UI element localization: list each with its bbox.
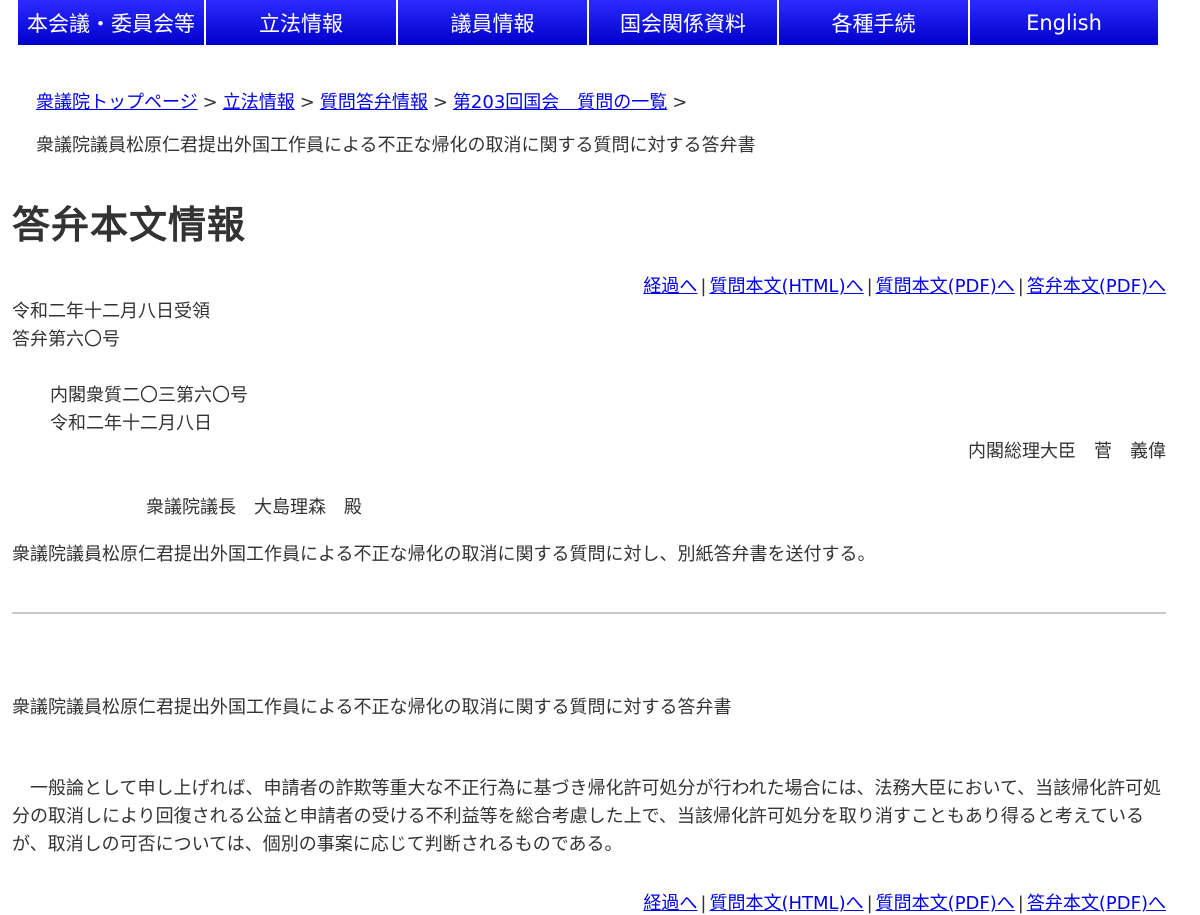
answer-number: 答弁第六〇号	[12, 329, 120, 350]
breadcrumb-separator: >	[672, 92, 688, 113]
link-question-pdf[interactable]: 質問本文(PDF)へ	[876, 893, 1015, 914]
breadcrumb-current: 衆議院議員松原仁君提出外国工作員による不正な帰化の取消に関する質問に対する答弁書	[36, 135, 756, 156]
page-title: 答弁本文情報	[12, 203, 247, 247]
breadcrumb: 衆議院トップページ > 立法情報 > 質問答弁情報 > 第203回国会 質問の一覧 >	[36, 90, 692, 116]
link-keika[interactable]: 経過へ	[643, 893, 697, 914]
divider	[12, 612, 1166, 614]
doc-links-bottom: 経過へ | 質問本文(HTML)へ | 質問本文(PDF)へ | 答弁本文(PDF)へ	[643, 889, 1166, 915]
breadcrumb-qa-info[interactable]: 質問答弁情報	[320, 92, 428, 113]
link-divider: |	[700, 276, 707, 297]
cabinet-number: 内閣衆質二〇三第六〇号	[50, 385, 248, 406]
answer-body: 一般論として申し上げれば、申請者の詐欺等重大な不正行為に基づき帰化許可処分が行わ…	[12, 778, 1162, 855]
link-answer-pdf[interactable]: 答弁本文(PDF)へ	[1027, 893, 1166, 914]
doc-links-top: 経過へ | 質問本文(HTML)へ | 質問本文(PDF)へ | 答弁本文(PDF)へ	[643, 272, 1166, 298]
sender: 内閣総理大臣 菅 義偉	[968, 441, 1166, 462]
document-date: 令和二年十二月八日	[50, 413, 212, 434]
answer-title: 衆議院議員松原仁君提出外国工作員による不正な帰化の取消に関する質問に対する答弁書	[12, 697, 732, 718]
link-question-pdf[interactable]: 質問本文(PDF)へ	[876, 276, 1015, 297]
breadcrumb-separator: >	[202, 92, 218, 113]
link-divider: |	[866, 276, 873, 297]
link-question-html[interactable]: 質問本文(HTML)へ	[709, 276, 863, 297]
nav-plenary-committee[interactable]: 本会議・委員会等	[18, 0, 206, 45]
nav-diet-materials[interactable]: 国会関係資料	[589, 0, 779, 45]
breadcrumb-separator: >	[299, 92, 315, 113]
link-question-html[interactable]: 質問本文(HTML)へ	[709, 893, 863, 914]
nav-members[interactable]: 議員情報	[398, 0, 589, 45]
link-answer-pdf[interactable]: 答弁本文(PDF)へ	[1027, 276, 1166, 297]
breadcrumb-question-list[interactable]: 第203回国会 質問の一覧	[453, 92, 667, 113]
link-keika[interactable]: 経過へ	[643, 276, 697, 297]
recipient: 衆議院議長 大島理森 殿	[146, 497, 362, 518]
breadcrumb-legislation[interactable]: 立法情報	[223, 92, 295, 113]
link-divider: |	[1017, 276, 1024, 297]
nav-english[interactable]: English	[970, 0, 1158, 45]
breadcrumb-separator: >	[432, 92, 448, 113]
link-divider: |	[1017, 893, 1024, 914]
breadcrumb-top-page[interactable]: 衆議院トップページ	[36, 92, 198, 113]
nav-procedures[interactable]: 各種手続	[779, 0, 970, 45]
global-nav: 本会議・委員会等 立法情報 議員情報 国会関係資料 各種手続 English	[18, 0, 1158, 45]
link-divider: |	[866, 893, 873, 914]
nav-legislation[interactable]: 立法情報	[206, 0, 398, 45]
link-divider: |	[700, 893, 707, 914]
cover-text: 衆議院議員松原仁君提出外国工作員による不正な帰化の取消に関する質問に対し、別紙答…	[12, 544, 876, 565]
received-date: 令和二年十二月八日受領	[12, 301, 210, 322]
